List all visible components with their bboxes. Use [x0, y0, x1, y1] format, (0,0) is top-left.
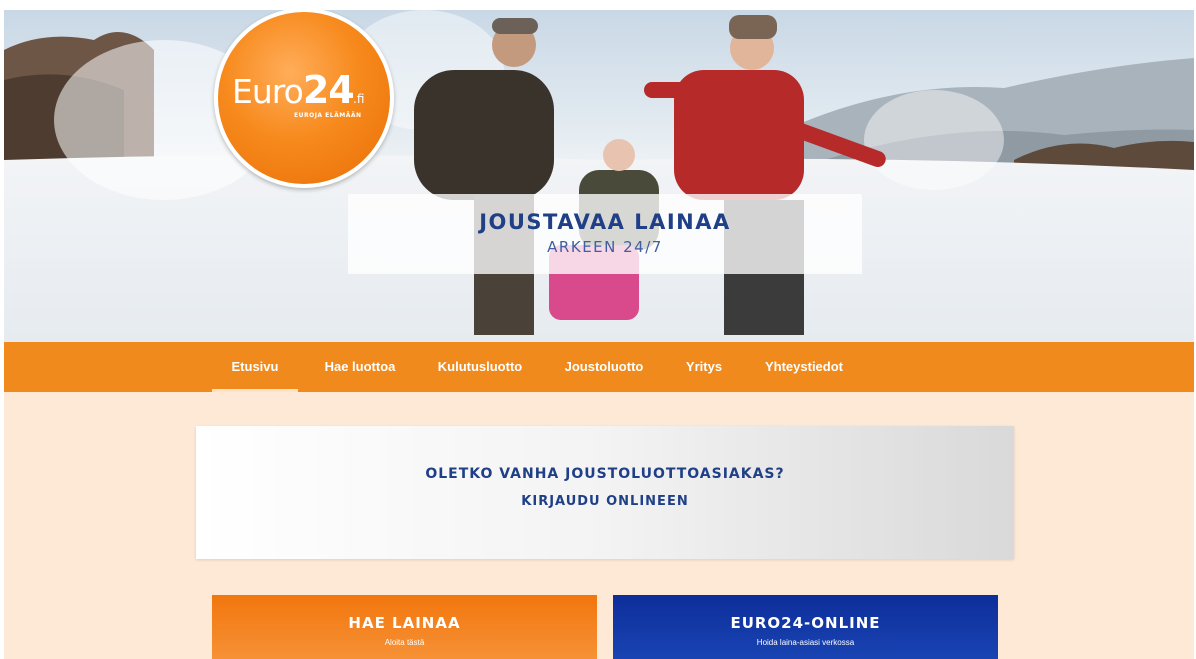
hero-banner: Joustavaa lainaa ARKEEN 24/7 — [348, 194, 862, 274]
hero-title: Joustavaa lainaa — [479, 210, 731, 234]
logo-number: 24 — [302, 68, 355, 112]
online-subtitle: Hoida laina-asiasi verkossa — [756, 638, 855, 647]
hero-subtitle: ARKEEN 24/7 — [547, 238, 663, 256]
nav-item-etusivu[interactable]: Etusivu — [212, 342, 298, 392]
euro24-logo[interactable]: Euro24 .fi EUROJA ELÄMÄÄN — [214, 10, 394, 188]
apply-loan-button[interactable]: Hae lainaa Aloita tästä — [212, 595, 597, 659]
euro24-online-button[interactable]: Euro24-online Hoida laina-asiasi verkoss… — [613, 595, 998, 659]
logo-wordmark: Euro24 — [232, 68, 355, 112]
nav-item-yritys[interactable]: Yritys — [672, 342, 736, 392]
login-question: Oletko vanha Joustoluottoasiakas? — [425, 466, 785, 482]
nav-item-kulutusluotto[interactable]: Kulutusluotto — [422, 342, 538, 392]
nav-item-yhteystiedot[interactable]: Yhteystiedot — [746, 342, 862, 392]
hero-image — [4, 10, 1194, 342]
nav-item-hae-luottoa[interactable]: Hae luottoa — [308, 342, 412, 392]
apply-loan-title: Hae lainaa — [348, 614, 461, 632]
page: Joustavaa lainaa ARKEEN 24/7 Euro24 .fi … — [4, 10, 1194, 659]
hero-section: Joustavaa lainaa ARKEEN 24/7 Euro24 .fi … — [4, 10, 1194, 342]
logo-tld: .fi — [353, 92, 365, 106]
apply-loan-subtitle: Aloita tästä — [384, 638, 425, 647]
main-nav: Etusivu Hae luottoa Kulutusluotto Jousto… — [4, 342, 1194, 392]
login-link[interactable]: Kirjaudu Onlineen — [196, 494, 1014, 509]
logo-tagline: EUROJA ELÄMÄÄN — [294, 112, 362, 119]
online-login-card[interactable]: Oletko vanha Joustoluottoasiakas? Kirjau… — [196, 426, 1014, 559]
online-title: Euro24-online — [730, 614, 881, 632]
nav-item-joustoluotto[interactable]: Joustoluotto — [548, 342, 660, 392]
logo-name: Euro — [232, 72, 304, 111]
